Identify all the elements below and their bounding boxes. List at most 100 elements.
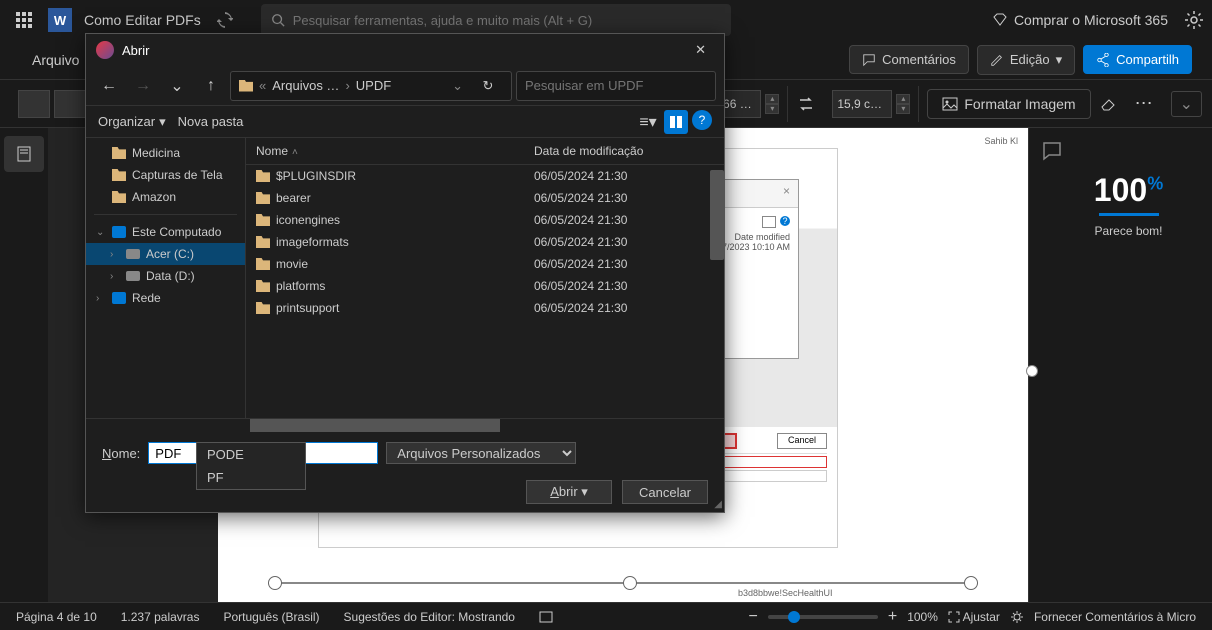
height-down[interactable]: ▾ [896, 104, 910, 114]
status-bar: Página 4 de 10 1.237 palavras Português … [0, 602, 1212, 630]
fit-button[interactable]: Ajustar [948, 610, 1000, 624]
sidebar-item-medicina[interactable]: Medicina [86, 142, 245, 164]
dialog-nav: ← → ⌄ ↑ « Arquivos … › UPDF ⌄ ↻ [86, 66, 724, 106]
new-folder-button[interactable]: Nova pasta [178, 114, 244, 129]
word-count[interactable]: 1.237 palavras [121, 610, 200, 624]
global-search[interactable] [261, 4, 731, 36]
dialog-title: Abrir [122, 43, 149, 58]
cancel-button[interactable]: Cancelar [622, 480, 708, 504]
nav-recent-button[interactable]: ⌄ [162, 72, 192, 100]
comments-button[interactable]: Comentários [849, 45, 969, 74]
file-list: Nome˄ Data de modificação $PLUGINSDIR 06… [246, 138, 724, 418]
share-button[interactable]: Compartilh [1083, 45, 1192, 74]
column-name[interactable]: Nome˄ [256, 144, 534, 158]
file-open-dialog: Abrir ✕ ← → ⌄ ↑ « Arquivos … › UPDF ⌄ ↻ … [85, 33, 725, 513]
filter-select[interactable]: Arquivos Personalizados [386, 442, 576, 464]
global-search-input[interactable] [293, 13, 721, 28]
help-icon[interactable]: ? [692, 110, 712, 130]
page-header-text: Sahib Kl [984, 136, 1018, 146]
resize-grip-icon[interactable]: ◢ [714, 499, 722, 510]
brightness-icon[interactable] [1010, 610, 1024, 624]
page-indicator[interactable]: Página 4 de 10 [16, 610, 97, 624]
dialog-title-bar[interactable]: Abrir ✕ [86, 34, 724, 66]
document-title[interactable]: Como Editar PDFs [84, 12, 201, 28]
zoom-level[interactable]: 100% [907, 610, 938, 624]
nav-up-button[interactable]: ↑ [196, 72, 226, 100]
remove-bg-thumb[interactable] [18, 90, 50, 118]
dialog-sidebar: Medicina Capturas de Tela Amazon ⌄ Este … [86, 138, 246, 418]
updf-icon [96, 41, 114, 59]
feedback-link[interactable]: Fornecer Comentários à Micro [1034, 610, 1196, 624]
zoom-in-button[interactable]: + [888, 608, 897, 626]
pages-tab[interactable] [4, 136, 44, 172]
column-date[interactable]: Data de modificação [534, 144, 714, 158]
picture-icon [942, 96, 958, 112]
file-row[interactable]: movie 06/05/2024 21:30 [246, 253, 724, 275]
more-options-icon[interactable]: ⋯ [1125, 93, 1163, 114]
embedded-cancel-button: Cancel [777, 433, 827, 449]
sidebar-item-drive-d[interactable]: › Data (D:) [86, 265, 245, 287]
eraser-icon[interactable] [1099, 95, 1117, 113]
word-icon: W [48, 8, 72, 32]
share-icon [1096, 53, 1110, 67]
nav-back-button[interactable]: ← [94, 72, 124, 100]
file-row[interactable]: imageformats 06/05/2024 21:30 [246, 231, 724, 253]
language-indicator[interactable]: Português (Brasil) [223, 610, 319, 624]
open-button[interactable]: Abrir ▾ [526, 480, 612, 504]
zoom-out-button[interactable]: − [749, 608, 758, 626]
picture-style-thumb[interactable] [54, 90, 86, 118]
zoom-slider[interactable] [768, 615, 878, 619]
reading-view-icon[interactable] [539, 610, 553, 624]
folder-icon [239, 80, 253, 92]
comment-icon [862, 53, 876, 67]
pencil-icon [990, 53, 1004, 67]
file-row[interactable]: platforms 06/05/2024 21:30 [246, 275, 724, 297]
sidebar-item-this-pc[interactable]: ⌄ Este Computado [86, 221, 245, 243]
file-row[interactable]: bearer 06/05/2024 21:30 [246, 187, 724, 209]
sidebar-item-drive-c[interactable]: › Acer (C:) [86, 243, 245, 265]
file-row[interactable]: iconengines 06/05/2024 21:30 [246, 209, 724, 231]
height-input[interactable] [832, 90, 892, 118]
breadcrumb[interactable]: « Arquivos … › UPDF ⌄ ↻ [230, 71, 512, 101]
sidebar-item-capturas[interactable]: Capturas de Tela [86, 164, 245, 186]
file-row[interactable]: printsupport 06/05/2024 21:30 [246, 297, 724, 319]
swap-icon[interactable] [796, 94, 816, 114]
file-tab[interactable]: Arquivo [20, 52, 91, 68]
folder-search-input[interactable] [516, 71, 716, 101]
height-up[interactable]: ▴ [896, 94, 910, 104]
view-details-icon[interactable] [664, 110, 688, 134]
editor-suggestions[interactable]: Sugestões do Editor: Mostrando [344, 610, 515, 624]
view-list-icon[interactable]: ≡▾ [636, 110, 660, 134]
app-launcher-icon[interactable] [8, 4, 40, 36]
dialog-close-button[interactable]: ✕ [687, 42, 714, 58]
autocomplete-popup: PODE PF [196, 442, 306, 490]
sync-icon[interactable] [217, 12, 233, 28]
width-down[interactable]: ▾ [765, 104, 779, 114]
dialog-footer: NNome:ome: Arquivos Personalizados [86, 432, 724, 474]
chevron-down-icon[interactable]: ⌄ [452, 78, 463, 94]
autocomplete-item[interactable]: PODE [197, 443, 305, 466]
width-up[interactable]: ▴ [765, 94, 779, 104]
nav-forward-button[interactable]: → [128, 72, 158, 100]
vertical-scrollbar[interactable] [710, 170, 724, 418]
sidebar-item-amazon[interactable]: Amazon [86, 186, 245, 208]
search-icon [271, 13, 285, 27]
file-row[interactable]: $PLUGINSDIR 06/05/2024 21:30 [246, 165, 724, 187]
format-image-button[interactable]: Formatar Imagem [927, 89, 1090, 119]
settings-icon[interactable] [1184, 10, 1204, 30]
refresh-icon[interactable]: ↻ [473, 72, 503, 100]
chevron-down-icon: ▾ [1056, 52, 1063, 68]
diamond-icon [992, 12, 1008, 28]
editor-message: Parece bom! [1041, 224, 1212, 238]
autocomplete-item[interactable]: PF [197, 466, 305, 489]
close-x-icon: × [783, 184, 790, 203]
sidebar-item-network[interactable]: › Rede [86, 287, 245, 309]
filename-label: NNome:ome: [102, 446, 140, 461]
list-header: Nome˄ Data de modificação [246, 138, 724, 165]
chevron-down-icon[interactable]: ⌄ [1171, 91, 1202, 117]
organize-button[interactable]: Organizar ▾ [98, 114, 166, 130]
horizontal-scrollbar[interactable] [86, 418, 724, 432]
comment-bubble-icon[interactable] [1041, 140, 1065, 164]
buy-microsoft-button[interactable]: Comprar o Microsoft 365 [992, 12, 1168, 28]
edit-button[interactable]: Edição ▾ [977, 45, 1075, 75]
